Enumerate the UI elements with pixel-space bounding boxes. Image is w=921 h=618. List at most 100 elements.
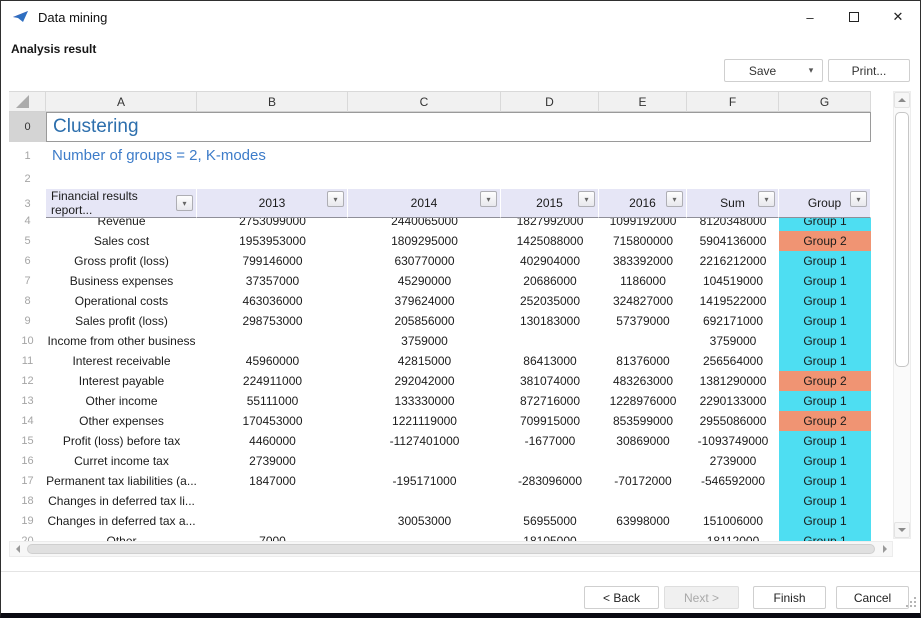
- group-cell[interactable]: Group 1: [779, 451, 871, 471]
- row-label[interactable]: Gross profit (loss): [46, 251, 197, 271]
- row-number[interactable]: 20: [9, 531, 46, 541]
- close-icon[interactable]: ✕: [876, 1, 920, 33]
- group-cell[interactable]: Group 1: [779, 531, 871, 541]
- cell-value[interactable]: 709915000: [501, 411, 599, 431]
- header-cell-2015[interactable]: 2015 ▾: [501, 189, 599, 218]
- cell-value[interactable]: 2216212000: [687, 251, 779, 271]
- cell-value[interactable]: 45960000: [197, 351, 348, 371]
- cell-value[interactable]: 18112000: [687, 531, 779, 541]
- cell-value[interactable]: [197, 491, 348, 511]
- cell-value[interactable]: 630770000: [348, 251, 501, 271]
- filter-dropdown-icon[interactable]: ▾: [850, 191, 867, 207]
- cell-value[interactable]: 381074000: [501, 371, 599, 391]
- row-label[interactable]: Interest payable: [46, 371, 197, 391]
- row-number[interactable]: 11: [9, 351, 46, 371]
- row-number[interactable]: 9: [9, 311, 46, 331]
- group-cell[interactable]: Group 1: [779, 311, 871, 331]
- cell-value[interactable]: 1425088000: [501, 231, 599, 251]
- cell-value[interactable]: 2739000: [687, 451, 779, 471]
- print-button[interactable]: Print...: [828, 59, 910, 82]
- row-label[interactable]: Other: [46, 531, 197, 541]
- row-label[interactable]: Income from other business: [46, 331, 197, 351]
- filter-dropdown-icon[interactable]: ▾: [480, 191, 497, 207]
- scroll-up-icon[interactable]: [894, 92, 910, 108]
- row-number[interactable]: 14: [9, 411, 46, 431]
- header-cell-2016[interactable]: 2016 ▾: [599, 189, 687, 218]
- cell-value[interactable]: -1677000: [501, 431, 599, 451]
- row-header-1[interactable]: 1: [9, 142, 46, 169]
- row-number[interactable]: 12: [9, 371, 46, 391]
- cell-value[interactable]: [197, 331, 348, 351]
- cell-value[interactable]: 324827000: [599, 291, 687, 311]
- vertical-scrollbar[interactable]: [893, 91, 911, 539]
- minimize-icon[interactable]: –: [788, 1, 832, 33]
- column-letter-e[interactable]: E: [599, 91, 687, 112]
- maximize-icon[interactable]: [832, 1, 876, 33]
- cell-value[interactable]: 30869000: [599, 431, 687, 451]
- cell-value[interactable]: 20686000: [501, 271, 599, 291]
- sheet-title-cell[interactable]: Clustering: [46, 112, 871, 142]
- cell-value[interactable]: 799146000: [197, 251, 348, 271]
- row-number[interactable]: 19: [9, 511, 46, 531]
- row-label[interactable]: Changes in deferred tax li...: [46, 491, 197, 511]
- group-cell[interactable]: Group 1: [779, 471, 871, 491]
- cell-value[interactable]: 3759000: [348, 331, 501, 351]
- horizontal-scrollbar[interactable]: [9, 541, 893, 557]
- cell-value[interactable]: 692171000: [687, 311, 779, 331]
- cell-value[interactable]: 1419522000: [687, 291, 779, 311]
- row-label[interactable]: Business expenses: [46, 271, 197, 291]
- row-header-2[interactable]: 2: [9, 169, 46, 189]
- vertical-scroll-thumb[interactable]: [895, 112, 909, 367]
- cell-value[interactable]: [687, 491, 779, 511]
- row-label[interactable]: Sales cost: [46, 231, 197, 251]
- save-button[interactable]: Save ▾: [724, 59, 823, 82]
- cell-value[interactable]: 1186000: [599, 271, 687, 291]
- cell-value[interactable]: 872716000: [501, 391, 599, 411]
- cell-value[interactable]: -1127401000: [348, 431, 501, 451]
- cell-value[interactable]: 2955086000: [687, 411, 779, 431]
- cell-value[interactable]: 170453000: [197, 411, 348, 431]
- cell-value[interactable]: 402904000: [501, 251, 599, 271]
- cell-value[interactable]: 2739000: [197, 451, 348, 471]
- cell-value[interactable]: [599, 331, 687, 351]
- cell-value[interactable]: 104519000: [687, 271, 779, 291]
- back-button[interactable]: < Back: [584, 586, 659, 609]
- cell-value[interactable]: 1221119000: [348, 411, 501, 431]
- row-number[interactable]: 18: [9, 491, 46, 511]
- cell-value[interactable]: [348, 531, 501, 541]
- group-cell[interactable]: Group 1: [779, 511, 871, 531]
- cell-value[interactable]: 5904136000: [687, 231, 779, 251]
- filter-dropdown-icon[interactable]: ▾: [666, 191, 683, 207]
- cell-value[interactable]: [599, 531, 687, 541]
- cell-value[interactable]: -283096000: [501, 471, 599, 491]
- column-letter-g[interactable]: G: [779, 91, 871, 112]
- row-label[interactable]: Profit (loss) before tax: [46, 431, 197, 451]
- cell-value[interactable]: 383392000: [599, 251, 687, 271]
- header-cell-report[interactable]: Financial results report... ▾: [46, 189, 197, 218]
- row-number[interactable]: 5: [9, 231, 46, 251]
- cell-value[interactable]: 130183000: [501, 311, 599, 331]
- cell-value[interactable]: 81376000: [599, 351, 687, 371]
- cell-value[interactable]: 63998000: [599, 511, 687, 531]
- group-cell[interactable]: Group 2: [779, 231, 871, 251]
- cell-value[interactable]: 1228976000: [599, 391, 687, 411]
- row-number[interactable]: 10: [9, 331, 46, 351]
- filter-dropdown-icon[interactable]: ▾: [327, 191, 344, 207]
- cell-value[interactable]: 715800000: [599, 231, 687, 251]
- row-label[interactable]: Other income: [46, 391, 197, 411]
- cell-value[interactable]: [501, 451, 599, 471]
- filter-dropdown-icon[interactable]: ▾: [758, 191, 775, 207]
- cell-value[interactable]: 4460000: [197, 431, 348, 451]
- row-number[interactable]: 4: [9, 211, 46, 231]
- row-label[interactable]: Other expenses: [46, 411, 197, 431]
- row-label[interactable]: Permanent tax liabilities (a...: [46, 471, 197, 491]
- cancel-button[interactable]: Cancel: [836, 586, 909, 609]
- row-number[interactable]: 8: [9, 291, 46, 311]
- group-cell[interactable]: Group 2: [779, 371, 871, 391]
- row-label[interactable]: Sales profit (loss): [46, 311, 197, 331]
- scroll-left-icon[interactable]: [10, 542, 25, 556]
- column-letter-d[interactable]: D: [501, 91, 599, 112]
- filter-dropdown-icon[interactable]: ▾: [176, 195, 193, 211]
- cell-value[interactable]: 133330000: [348, 391, 501, 411]
- group-cell[interactable]: Group 2: [779, 411, 871, 431]
